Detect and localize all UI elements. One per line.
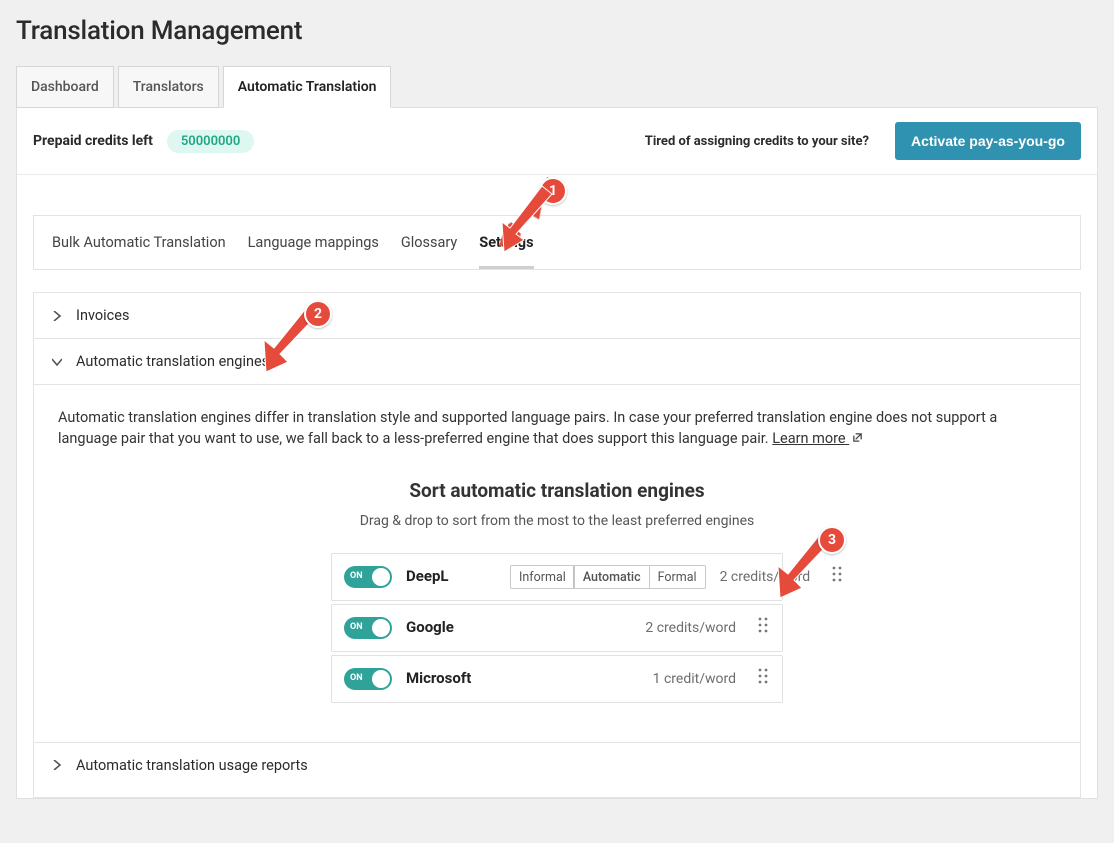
activate-paygo-button[interactable]: Activate pay-as-you-go bbox=[895, 122, 1081, 160]
formality-automatic[interactable]: Automatic bbox=[574, 566, 649, 588]
subtab-bulk[interactable]: Bulk Automatic Translation bbox=[52, 216, 226, 269]
sort-engines-subtitle: Drag & drop to sort from the most to the… bbox=[58, 511, 1056, 531]
accordion-engines-label: Automatic translation engines bbox=[76, 353, 269, 370]
drag-handle-icon[interactable] bbox=[756, 615, 770, 641]
engine-credits-microsoft: 1 credit/word bbox=[653, 669, 736, 689]
accordion-usage-reports-header[interactable]: Automatic translation usage reports bbox=[34, 743, 1080, 788]
learn-more-link[interactable]: Learn more bbox=[772, 430, 863, 447]
drag-handle-icon[interactable] bbox=[756, 666, 770, 692]
drag-handle-icon[interactable] bbox=[830, 564, 844, 590]
toggle-microsoft[interactable]: ON bbox=[344, 668, 392, 690]
formality-informal[interactable]: Informal bbox=[511, 566, 574, 588]
chevron-right-icon bbox=[52, 311, 62, 321]
accordion-usage-reports-label: Automatic translation usage reports bbox=[76, 757, 308, 774]
accordion-engines-header[interactable]: Automatic translation engines bbox=[34, 339, 1080, 384]
engine-row-google: ON Google 2 credits/word bbox=[331, 604, 783, 652]
credits-label: Prepaid credits left bbox=[33, 133, 153, 149]
formality-selector-deepl: Informal Automatic Formal bbox=[510, 565, 706, 589]
tab-dashboard[interactable]: Dashboard bbox=[16, 66, 114, 108]
engine-name-microsoft: Microsoft bbox=[406, 668, 496, 690]
engine-name-google: Google bbox=[406, 617, 496, 639]
learn-more-text: Learn more bbox=[772, 430, 845, 447]
page-title: Translation Management bbox=[16, 16, 1098, 46]
accordion-invoices: Invoices bbox=[33, 292, 1081, 338]
toggle-on-label: ON bbox=[350, 621, 363, 634]
engine-row-microsoft: ON Microsoft 1 credit/word bbox=[331, 655, 783, 703]
toggle-on-label: ON bbox=[350, 570, 363, 583]
toggle-deepl[interactable]: ON bbox=[344, 566, 392, 588]
sort-engines-title: Sort automatic translation engines bbox=[58, 477, 1056, 505]
accordion-engines: Automatic translation engines bbox=[33, 338, 1081, 384]
subtabs-container: Bulk Automatic Translation Language mapp… bbox=[33, 215, 1081, 270]
toggle-on-label: ON bbox=[350, 672, 363, 685]
credits-strip: Prepaid credits left 50000000 Tired of a… bbox=[17, 108, 1097, 175]
accordion-invoices-label: Invoices bbox=[76, 307, 129, 324]
accordion-usage-reports: Automatic translation usage reports bbox=[33, 742, 1081, 788]
engines-panel: Automatic translation engines differ in … bbox=[33, 384, 1081, 743]
toggle-google[interactable]: ON bbox=[344, 617, 392, 639]
engine-credits-google: 2 credits/word bbox=[645, 618, 736, 638]
subtab-settings[interactable]: Settings bbox=[479, 216, 533, 269]
engine-row-deepl: ON DeepL Informal Automatic Formal bbox=[331, 553, 783, 601]
subtab-mappings[interactable]: Language mappings bbox=[248, 216, 379, 269]
subtab-glossary[interactable]: Glossary bbox=[401, 216, 457, 269]
tab-automatic-translation[interactable]: Automatic Translation bbox=[223, 66, 392, 108]
external-link-icon bbox=[852, 428, 863, 449]
credits-pill: 50000000 bbox=[167, 130, 254, 153]
chevron-down-icon bbox=[52, 357, 62, 367]
main-card: Prepaid credits left 50000000 Tired of a… bbox=[16, 107, 1098, 799]
accordion-invoices-header[interactable]: Invoices bbox=[34, 293, 1080, 338]
tab-translators[interactable]: Translators bbox=[118, 66, 219, 108]
engine-credits-deepl: 2 credits/word bbox=[720, 567, 811, 587]
chevron-right-icon bbox=[52, 760, 62, 770]
cta-prompt: Tired of assigning credits to your site? bbox=[645, 134, 869, 149]
formality-formal[interactable]: Formal bbox=[649, 566, 705, 588]
engine-name-deepl: DeepL bbox=[406, 566, 496, 588]
top-tabs: Dashboard Translators Automatic Translat… bbox=[16, 66, 1098, 108]
